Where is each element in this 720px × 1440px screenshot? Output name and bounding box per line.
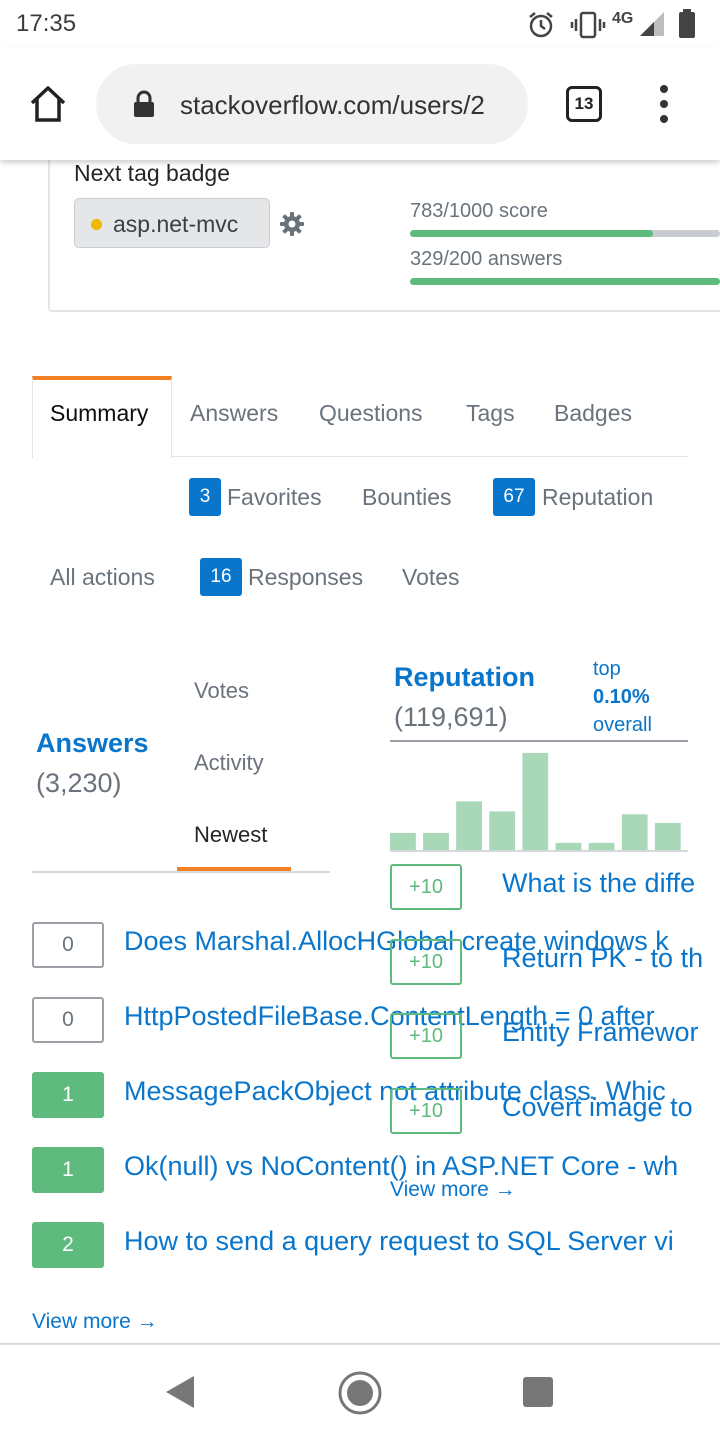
rep-post-link[interactable]: Return PK - to th bbox=[502, 943, 703, 974]
tab-tags[interactable]: Tags bbox=[466, 400, 515, 427]
score-progress-fill bbox=[410, 230, 653, 237]
chart-bar bbox=[588, 842, 615, 850]
rep-change-badge: +10 bbox=[390, 1088, 462, 1134]
reputation-count: 67 bbox=[493, 478, 535, 516]
subtab-responses[interactable]: Responses bbox=[248, 564, 363, 591]
next-badge-heading: Next tag badge bbox=[74, 160, 231, 186]
answer-link[interactable]: How to send a query request to SQL Serve… bbox=[124, 1226, 674, 1257]
reputation-chart bbox=[390, 752, 681, 850]
status-time: 17:35 bbox=[16, 10, 77, 37]
home-circle-icon[interactable] bbox=[337, 1370, 383, 1416]
rank-prefix: top bbox=[593, 658, 621, 680]
network-type: 4G bbox=[612, 10, 634, 27]
url-text: stackoverflow.com/users/2 bbox=[180, 90, 485, 120]
alarm-icon bbox=[529, 12, 553, 38]
subtab-favorites[interactable]: Favorites bbox=[227, 484, 322, 511]
answers-total: (3,230) bbox=[36, 768, 122, 798]
chart-bar bbox=[390, 832, 416, 850]
chart-bar bbox=[522, 752, 549, 850]
sort-votes[interactable]: Votes bbox=[194, 678, 249, 704]
menu-dots-icon[interactable] bbox=[652, 84, 676, 124]
subtab-reputation[interactable]: Reputation bbox=[542, 484, 653, 511]
rep-change-badge: +10 bbox=[390, 864, 462, 910]
reputation-header-rule bbox=[390, 740, 688, 742]
chart-bar bbox=[423, 832, 449, 850]
gear-icon[interactable] bbox=[279, 211, 305, 237]
rep-post-link[interactable]: Entity Framewor bbox=[502, 1017, 699, 1048]
sort-newest[interactable]: Newest bbox=[194, 822, 267, 848]
battery-icon bbox=[679, 9, 695, 38]
lock-icon bbox=[134, 90, 154, 117]
home-icon[interactable] bbox=[28, 84, 68, 124]
chart-bar bbox=[489, 811, 516, 850]
answers-progress-fill bbox=[410, 278, 720, 285]
page-content: Next tag badge asp.net-mvc 783/1000 scor… bbox=[0, 160, 720, 1344]
tab-summary-label[interactable]: Summary bbox=[50, 400, 148, 427]
reputation-view-more[interactable]: View more → bbox=[390, 1178, 516, 1202]
sort-activity[interactable]: Activity bbox=[194, 750, 264, 776]
tab-questions[interactable]: Questions bbox=[319, 400, 423, 427]
score-progress-bar bbox=[410, 230, 720, 237]
answer-score: 0 bbox=[32, 922, 104, 968]
tag-label: asp.net-mvc bbox=[113, 211, 239, 237]
signal-icon bbox=[640, 12, 664, 36]
subtab-all-actions[interactable]: All actions bbox=[50, 564, 155, 591]
answer-score: 0 bbox=[32, 997, 104, 1043]
rep-post-link[interactable]: Covert image to bbox=[502, 1092, 693, 1123]
tab-badges[interactable]: Badges bbox=[554, 400, 632, 427]
chart-bar bbox=[621, 814, 648, 850]
rep-change-badge: +10 bbox=[390, 1013, 462, 1059]
address-bar[interactable]: stackoverflow.com/users/2 bbox=[96, 64, 528, 144]
score-progress-label: 783/1000 score bbox=[410, 200, 548, 222]
answers-progress-label: 329/200 answers bbox=[410, 248, 563, 270]
answer-score: 2 bbox=[32, 1222, 104, 1268]
rank-suffix: overall bbox=[593, 714, 652, 736]
favorites-count: 3 bbox=[189, 478, 221, 516]
chart-bar bbox=[555, 842, 582, 850]
subtab-bounties[interactable]: Bounties bbox=[362, 484, 452, 511]
tab-switcher-button[interactable]: 13 bbox=[566, 86, 602, 122]
subtab-votes[interactable]: Votes bbox=[402, 564, 460, 591]
answer-score: 1 bbox=[32, 1072, 104, 1118]
answers-view-more[interactable]: View more → bbox=[32, 1310, 158, 1334]
answers-title[interactable]: Answers bbox=[36, 728, 149, 759]
answer-score: 1 bbox=[32, 1147, 104, 1193]
reputation-total: (119,691) bbox=[394, 702, 508, 732]
chart-baseline bbox=[390, 850, 688, 852]
chart-bar bbox=[456, 801, 482, 850]
rep-post-link[interactable]: What is the diffe bbox=[502, 868, 695, 899]
back-icon[interactable] bbox=[164, 1374, 196, 1410]
reputation-title[interactable]: Reputation bbox=[394, 662, 535, 693]
recents-icon[interactable] bbox=[522, 1376, 554, 1408]
chart-bar bbox=[654, 822, 681, 850]
responses-count: 16 bbox=[200, 558, 242, 596]
tag-chip[interactable]: asp.net-mvc bbox=[74, 198, 270, 248]
answers-progress-bar bbox=[410, 278, 720, 285]
system-nav-bar bbox=[0, 1344, 720, 1440]
browser-toolbar: stackoverflow.com/users/2 13 bbox=[0, 48, 720, 160]
tab-answers[interactable]: Answers bbox=[190, 400, 278, 427]
rank-value: 0.10% bbox=[593, 686, 650, 708]
tabs-divider bbox=[172, 456, 688, 457]
rep-change-badge: +10 bbox=[390, 939, 462, 985]
vibrate-icon bbox=[570, 11, 606, 39]
answers-header-rule bbox=[32, 871, 330, 873]
status-bar: 17:35 4G bbox=[0, 0, 720, 48]
tag-dot bbox=[91, 219, 102, 230]
